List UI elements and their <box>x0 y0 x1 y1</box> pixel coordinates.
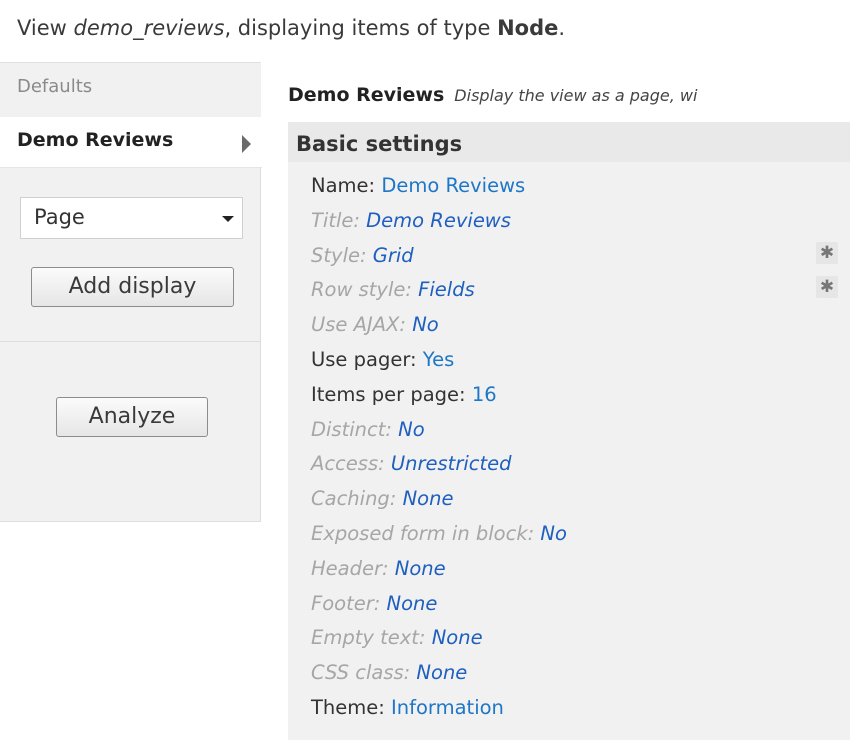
setting-value-link[interactable]: No <box>540 522 567 545</box>
setting-label: Title: <box>311 209 367 232</box>
setting-row: Use AJAX: No <box>311 313 439 336</box>
display-type-select[interactable]: Page <box>20 197 243 239</box>
setting-value-link[interactable]: None <box>403 487 454 510</box>
triangle-right-icon <box>242 135 251 153</box>
display-heading: Demo Reviews Display the view as a page, … <box>288 84 697 106</box>
page-header: View demo_reviews, displaying items of t… <box>17 16 565 40</box>
setting-row: CSS class: None <box>311 661 467 684</box>
setting-label: Use pager: <box>311 348 423 371</box>
setting-row: Empty text: None <box>311 626 483 649</box>
view-machine-name: demo_reviews <box>73 16 225 40</box>
setting-row: Access: Unrestricted <box>311 452 512 475</box>
section-title: Basic settings <box>288 122 850 162</box>
add-display-panel: Page Add display Analyze <box>0 168 261 522</box>
setting-value-link[interactable]: Yes <box>423 348 454 371</box>
setting-label: Items per page: <box>311 383 472 406</box>
view-base-type: Node <box>497 16 559 40</box>
setting-value-link[interactable]: Demo Reviews <box>381 174 525 197</box>
setting-value-link[interactable]: Fields <box>418 278 475 301</box>
setting-row: Style: Grid <box>311 244 414 267</box>
setting-row: Distinct: No <box>311 418 425 441</box>
setting-value-link[interactable]: None <box>416 661 467 684</box>
gear-icon[interactable]: ✱ <box>816 242 838 264</box>
setting-value-link[interactable]: 16 <box>472 383 497 406</box>
setting-value-link[interactable]: Information <box>391 696 504 719</box>
divider <box>0 341 260 342</box>
setting-label: Footer: <box>311 592 387 615</box>
setting-row: Title: Demo Reviews <box>311 209 511 232</box>
setting-label: CSS class: <box>311 661 417 684</box>
setting-label: Distinct: <box>311 418 399 441</box>
tab-demo-reviews[interactable]: Demo Reviews <box>0 117 262 168</box>
setting-value-link[interactable]: Unrestricted <box>391 452 512 475</box>
setting-label: Empty text: <box>311 626 432 649</box>
setting-row: Name: Demo Reviews <box>311 174 525 197</box>
setting-value-link[interactable]: Grid <box>373 244 414 267</box>
display-title: Demo Reviews <box>288 84 445 106</box>
header-prefix: View <box>17 16 74 40</box>
display-description: Display the view as a page, wi <box>454 86 698 105</box>
setting-value-link[interactable]: None <box>432 626 483 649</box>
setting-label: Caching: <box>311 487 403 510</box>
setting-label: Use AJAX: <box>311 313 413 336</box>
setting-label: Header: <box>311 557 395 580</box>
setting-value-link[interactable]: No <box>398 418 425 441</box>
setting-row: Exposed form in block: No <box>311 522 567 545</box>
setting-label: Exposed form in block: <box>311 522 541 545</box>
header-suffix: . <box>558 16 566 40</box>
setting-label: Theme: <box>311 696 392 719</box>
basic-settings-panel: Basic settings Name: Demo Reviews Title: … <box>288 122 850 740</box>
display-type-selected: Page <box>34 205 85 229</box>
setting-row: Items per page: 16 <box>311 383 497 406</box>
setting-row: Header: None <box>311 557 446 580</box>
setting-value-link[interactable]: Demo Reviews <box>366 209 511 232</box>
setting-label: Row style: <box>311 278 419 301</box>
setting-row: Use pager: Yes <box>311 348 454 371</box>
analyze-button[interactable]: Analyze <box>56 397 208 437</box>
tab-demo-reviews-label: Demo Reviews <box>17 129 174 151</box>
header-middle: , displaying items of type <box>224 16 498 40</box>
setting-row: Caching: None <box>311 487 453 510</box>
setting-value-link[interactable]: None <box>395 557 446 580</box>
setting-value-link[interactable]: No <box>412 313 439 336</box>
setting-row: Footer: None <box>311 592 437 615</box>
gear-icon[interactable]: ✱ <box>816 276 838 298</box>
setting-row: Theme: Information <box>311 696 504 719</box>
chevron-down-icon <box>222 216 234 222</box>
display-sidebar: Defaults Demo Reviews Page Add display A… <box>0 62 262 522</box>
setting-value-link[interactable]: None <box>387 592 438 615</box>
setting-label: Style: <box>311 244 373 267</box>
setting-label: Access: <box>311 452 391 475</box>
add-display-button[interactable]: Add display <box>31 267 234 307</box>
setting-label: Name: <box>311 174 382 197</box>
setting-row: Row style: Fields <box>311 278 475 301</box>
tab-defaults[interactable]: Defaults <box>0 62 261 117</box>
